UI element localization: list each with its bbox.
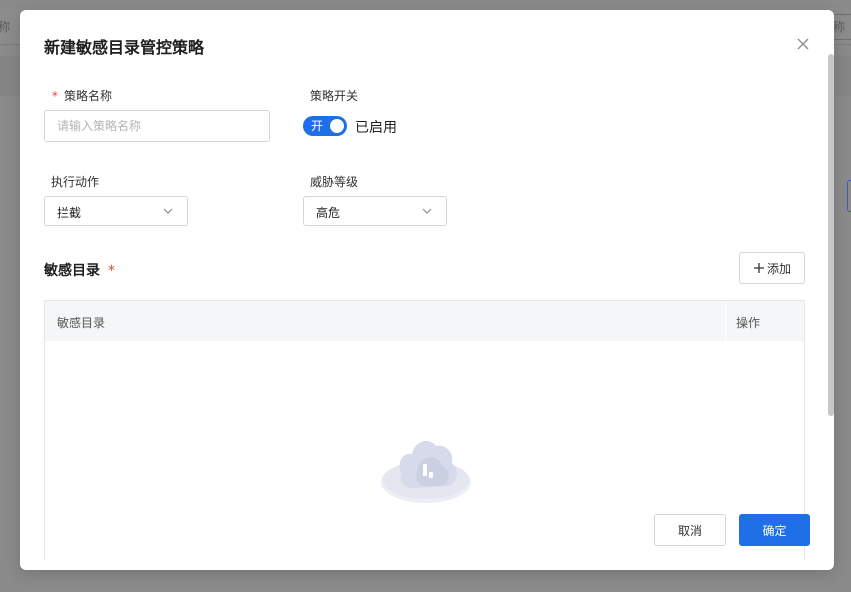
required-mark: *: [52, 89, 58, 103]
modal-scrollbar[interactable]: [828, 54, 834, 514]
table-header: 敏感目录 操作: [45, 301, 804, 341]
close-icon[interactable]: [796, 37, 810, 51]
background-button-fragment: [847, 180, 851, 212]
column-header-actions: 操作: [736, 316, 761, 330]
column-divider: [725, 301, 726, 341]
toggle-knob: [330, 119, 344, 133]
create-policy-modal: 新建敏感目录管控策略 * 策略名称 策略开关 开 已启用 执行动作 拦截 威胁等级…: [20, 10, 834, 570]
add-button-label: 添加: [766, 261, 791, 276]
policy-name-input[interactable]: [44, 110, 270, 142]
sensitive-dir-section-title: 敏感目录 *: [44, 260, 115, 280]
threat-level-select[interactable]: 高危: [303, 196, 447, 226]
threat-level-select-value: 高危: [316, 206, 341, 220]
plus-icon: [753, 263, 764, 273]
cancel-button[interactable]: 取消: [654, 514, 726, 546]
policy-switch-label: 策略开关: [310, 89, 359, 103]
policy-name-label-text: 策略名称: [64, 89, 113, 103]
chevron-down-icon: [163, 208, 173, 214]
switch-status-text: 已启用: [355, 120, 397, 136]
scrollbar-thumb[interactable]: [828, 54, 834, 416]
add-directory-button[interactable]: 添加: [739, 252, 805, 284]
action-label: 执行动作: [51, 175, 100, 189]
section-title-text: 敏感目录: [44, 263, 100, 279]
required-mark: *: [108, 263, 115, 279]
policy-switch-toggle[interactable]: 开: [303, 116, 347, 136]
threat-level-label: 威胁等级: [310, 175, 359, 189]
chevron-down-icon: [422, 208, 432, 214]
action-select[interactable]: 拦截: [44, 196, 188, 226]
empty-data-icon: [381, 440, 471, 503]
confirm-button[interactable]: 确定: [739, 514, 810, 546]
modal-title: 新建敏感目录管控策略: [44, 38, 205, 57]
column-header-directory: 敏感目录: [57, 316, 106, 330]
toggle-on-text: 开: [311, 119, 324, 133]
action-select-value: 拦截: [57, 206, 82, 220]
policy-name-label: * 策略名称: [52, 87, 112, 104]
background-text-fragment: 称: [0, 20, 11, 34]
